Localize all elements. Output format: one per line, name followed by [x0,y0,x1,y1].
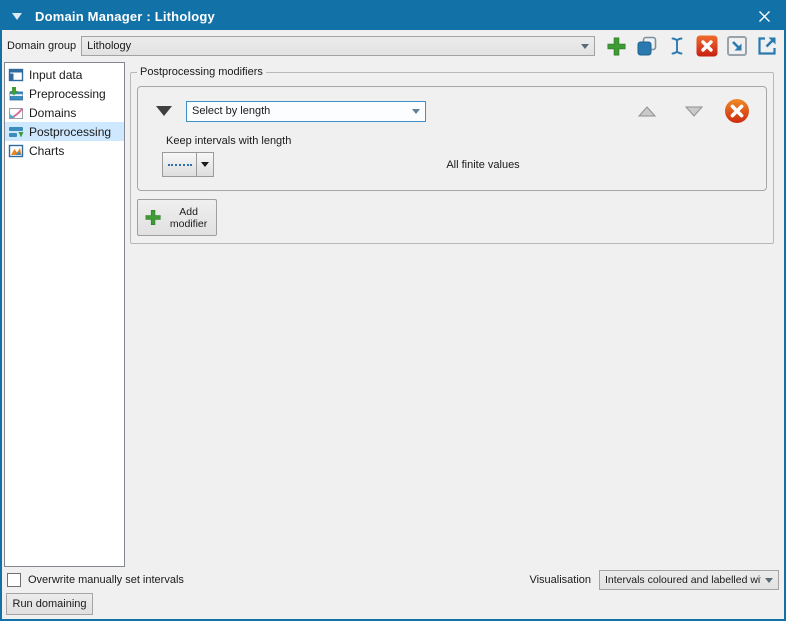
toolbar: Domain group Lithology [2,30,784,62]
interval-range-icon [163,153,196,176]
delete-icon [695,34,719,58]
visualisation-value: Intervals coloured and labelled with com… [605,574,761,586]
sidebar-item-label: Input data [29,68,82,82]
keep-intervals-label: Keep intervals with length [166,135,752,147]
domain-group-label: Domain group [7,40,76,52]
chevron-down-icon [196,153,213,176]
overwrite-intervals-label: Overwrite manually set intervals [28,574,184,586]
domain-group-value: Lithology [87,40,577,52]
dock-window-button[interactable] [724,34,749,59]
close-icon [758,10,771,23]
charts-icon [8,143,24,159]
delete-modifier-button[interactable] [724,98,750,124]
move-modifier-down-button[interactable] [685,106,703,117]
delete-domain-group-button[interactable] [694,34,719,59]
chevron-down-icon [412,109,420,114]
sidebar-item-domains[interactable]: Domains [5,103,124,122]
run-domaining-button[interactable]: Run domaining [6,593,93,615]
rename-cursor-icon [665,34,689,58]
postprocessing-modifiers-groupbox: Postprocessing modifiers Select by lengt… [130,66,774,244]
add-modifier-label: Add modifier [167,206,210,230]
footer-options-row: Overwrite manually set intervals Visuali… [6,569,779,591]
move-modifier-up-button[interactable] [638,106,656,117]
window-body: Input data Preprocessing Domains [2,62,784,567]
window-menu-caret-icon[interactable] [12,13,22,20]
input-data-icon [8,67,24,83]
chevron-down-icon [581,44,589,49]
postprocessing-icon [8,124,24,140]
overwrite-intervals-checkbox[interactable] [7,573,21,587]
sidebar-item-preprocessing[interactable]: Preprocessing [5,84,124,103]
modifier-header-row: Select by length [150,98,752,124]
sidebar-item-charts[interactable]: Charts [5,141,124,160]
add-domain-group-button[interactable] [604,34,629,59]
add-modifier-button[interactable]: Add modifier [137,199,217,236]
footer-actions-row: Run domaining [6,592,779,616]
postprocessing-panel: Postprocessing modifiers Select by lengt… [125,62,782,567]
modifier-type-value: Select by length [192,105,408,117]
run-domaining-label: Run domaining [13,598,87,610]
modifier-card: Select by length [137,86,767,191]
collapse-modifier-icon[interactable] [156,106,172,116]
sidebar-item-label: Preprocessing [29,87,106,101]
domains-icon [8,105,24,121]
sidebar-item-input-data[interactable]: Input data [5,65,124,84]
interval-length-combobox[interactable] [162,152,214,177]
popout-arrow-icon [755,34,779,58]
sidebar-item-label: Charts [29,144,64,158]
range-hint-text: All finite values [214,159,752,171]
close-button[interactable] [744,2,784,30]
rename-domain-group-button[interactable] [664,34,689,59]
visualisation-label: Visualisation [529,574,591,586]
sidebar-item-label: Domains [29,106,76,120]
visualisation-combobox[interactable]: Intervals coloured and labelled with com… [599,570,779,590]
window-title: Domain Manager : Lithology [35,9,215,24]
duplicate-domain-group-button[interactable] [634,34,659,59]
dock-arrow-icon [725,34,749,58]
popout-window-button[interactable] [754,34,779,59]
plus-icon [144,205,162,230]
domain-manager-window: Domain Manager : Lithology Domain group … [0,0,786,621]
length-filter-row: All finite values [162,152,752,177]
groupbox-title: Postprocessing modifiers [137,66,266,78]
modifier-type-combobox[interactable]: Select by length [186,101,426,122]
chevron-down-icon [765,578,773,583]
domain-group-combobox[interactable]: Lithology [81,36,595,56]
duplicate-icon [635,34,659,58]
sidebar-item-postprocessing[interactable]: Postprocessing [5,122,124,141]
preprocessing-icon [8,86,24,102]
plus-icon [605,35,628,58]
sidebar-nav: Input data Preprocessing Domains [4,62,125,567]
sidebar-item-label: Postprocessing [29,125,111,139]
title-bar: Domain Manager : Lithology [2,2,784,30]
footer: Overwrite manually set intervals Visuali… [2,567,784,619]
